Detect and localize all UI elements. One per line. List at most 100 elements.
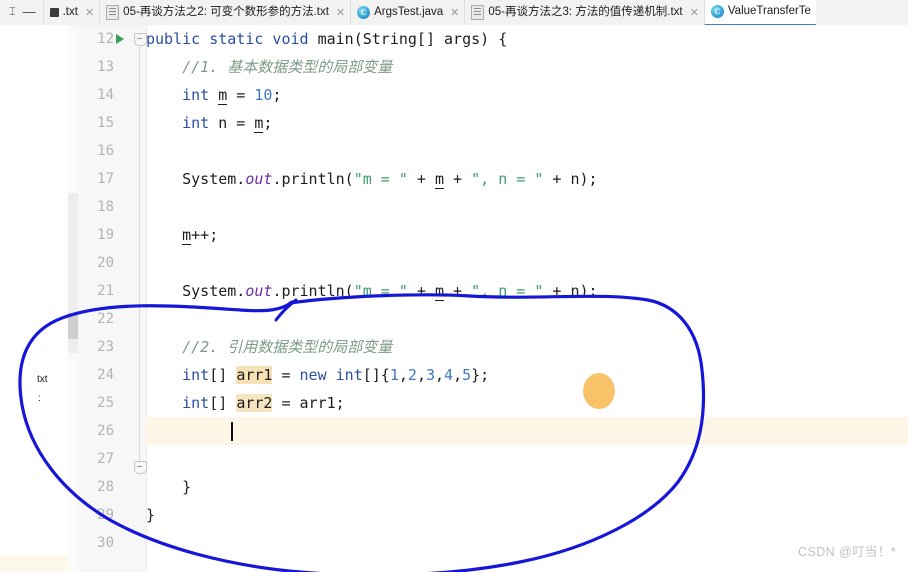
code-token: = arr1; (272, 394, 345, 412)
code-line-15[interactable]: int n = m; (146, 109, 272, 137)
editor-tab-0[interactable]: .txt ✕ (42, 0, 100, 25)
code-token: m (218, 86, 228, 105)
code-token: 1 (389, 366, 399, 384)
left-tool-pane: txt : (0, 25, 68, 572)
code-token: , (453, 366, 463, 384)
left-pane-text-fragment: txt (37, 374, 48, 385)
editor-tab-1[interactable]: 05-再谈方法之2: 可变个数形参的方法.txt ✕ (99, 0, 351, 25)
code-token: .println( (272, 282, 354, 300)
code-token: 5 (462, 366, 472, 384)
code-line-13[interactable]: //1. 基本数据类型的局部变量 (146, 53, 392, 81)
line-number: 27 (97, 451, 114, 467)
code-token: System. (146, 170, 246, 188)
line-number: 29 (97, 507, 114, 523)
code-token: new (299, 366, 327, 384)
line-number: 22 (97, 311, 114, 327)
editor-tab-2[interactable]: ArgsTest.java✕ (350, 0, 465, 25)
line-number: 25 (97, 395, 114, 411)
code-token: int (182, 366, 210, 384)
scrollbar-marker (68, 313, 78, 339)
code-token: out (245, 282, 273, 300)
code-token: , (416, 366, 426, 384)
code-text-area[interactable]: public static void main(String[] args) {… (146, 25, 908, 572)
orange-dot-annotation (583, 373, 615, 409)
line-number: 20 (97, 255, 114, 271)
code-token: m (182, 226, 192, 245)
code-token: ", n = " (471, 170, 544, 188)
line-number: 23 (97, 339, 114, 355)
code-line-19[interactable]: m++; (146, 221, 218, 249)
code-token: main (317, 30, 354, 48)
code-token: int (182, 394, 210, 412)
code-token: ; (272, 86, 282, 104)
code-token: arr2 (236, 394, 273, 412)
line-number: 12 (97, 31, 114, 47)
code-token: ; (263, 114, 273, 132)
code-token: //1. 基本数据类型的局部变量 (146, 58, 393, 76)
left-pane-highlight-strip (0, 555, 68, 572)
code-line-28[interactable]: } (146, 473, 191, 501)
editor-tab-label: ValueTransferTe (727, 5, 811, 17)
code-line-25[interactable]: int[] arr2 = arr1; (146, 389, 345, 417)
code-token: + (444, 170, 472, 188)
code-line-21[interactable]: System.out.println("m = " + m + ", n = "… (146, 277, 598, 305)
code-token: public static void (146, 30, 318, 48)
code-token: [] (209, 394, 237, 412)
code-token: 2 (407, 366, 417, 384)
code-token: + (444, 282, 472, 300)
tabbar-leading-controls: ⌶ — (0, 0, 43, 25)
editor-tab-4[interactable]: ValueTransferTe (703, 0, 816, 25)
code-token: 10 (254, 86, 273, 104)
code-token: }; (471, 366, 490, 384)
csdn-watermark: CSDN @叮当！* (798, 545, 896, 559)
code-token: n = (209, 114, 255, 132)
line-number: 24 (97, 367, 114, 383)
code-token: "m = " (353, 282, 408, 300)
code-token: ++; (191, 226, 219, 244)
code-token: int (182, 114, 210, 132)
close-icon[interactable]: ✕ (333, 6, 345, 19)
code-line-17[interactable]: System.out.println("m = " + m + ", n = "… (146, 165, 598, 193)
code-line-23[interactable]: //2. 引用数据类型的局部变量 (146, 333, 392, 361)
code-token: []{ (362, 366, 390, 384)
code-line-24[interactable]: int[] arr1 = new int[]{1,2,3,4,5}; (146, 361, 489, 389)
editor-gutter[interactable]: 12 13 14 15 16 17 18 19 20 21 22 23 24 25 26 27 28 29 30 (78, 25, 147, 572)
close-icon[interactable]: ✕ (687, 6, 699, 19)
editor-tab-label: .txt (62, 6, 78, 18)
editor-tab-bar: ⌶ — .txt✕05-再谈方法之2: 可变个数形参的方法.txt✕ArgsTe… (0, 0, 908, 26)
line-number: 19 (97, 227, 114, 243)
code-token: ", n = " (471, 282, 544, 300)
code-token: = (272, 366, 300, 384)
line-number: 16 (97, 143, 114, 159)
window-menu-glyph[interactable]: ⌶ (4, 6, 21, 19)
editor-tab-3[interactable]: 05-再谈方法之3: 方法的值传递机制.txt ✕ (464, 0, 704, 25)
code-line-12[interactable]: public static void main(String[] args) { (146, 25, 507, 53)
line-number: 18 (97, 199, 114, 215)
code-token: , (398, 366, 408, 384)
code-token: m (435, 282, 445, 301)
close-icon[interactable]: ✕ (447, 6, 459, 19)
code-token: + n); (543, 170, 598, 188)
code-token: int (182, 86, 210, 104)
code-token: int (335, 366, 363, 384)
left-pane-colon-fragment: : (38, 393, 41, 404)
code-line-14[interactable]: int m = 10; (146, 81, 281, 109)
line-number: 30 (97, 535, 114, 551)
code-editor: txt : 12 13 14 15 16 17 18 19 20 21 22 23 24 25 26 27 28… (0, 25, 908, 572)
code-token: out (245, 170, 273, 188)
collapse-dash-icon[interactable]: — (21, 4, 43, 22)
line-number: 13 (97, 59, 114, 75)
code-line-29[interactable]: } (146, 501, 155, 529)
txt-file-icon (49, 8, 59, 17)
line-number: 26 (97, 423, 114, 439)
code-token: , (435, 366, 445, 384)
text-caret (231, 422, 233, 441)
close-icon[interactable]: ✕ (82, 6, 94, 19)
line-number: 15 (97, 115, 114, 131)
run-main-icon[interactable] (116, 34, 124, 44)
